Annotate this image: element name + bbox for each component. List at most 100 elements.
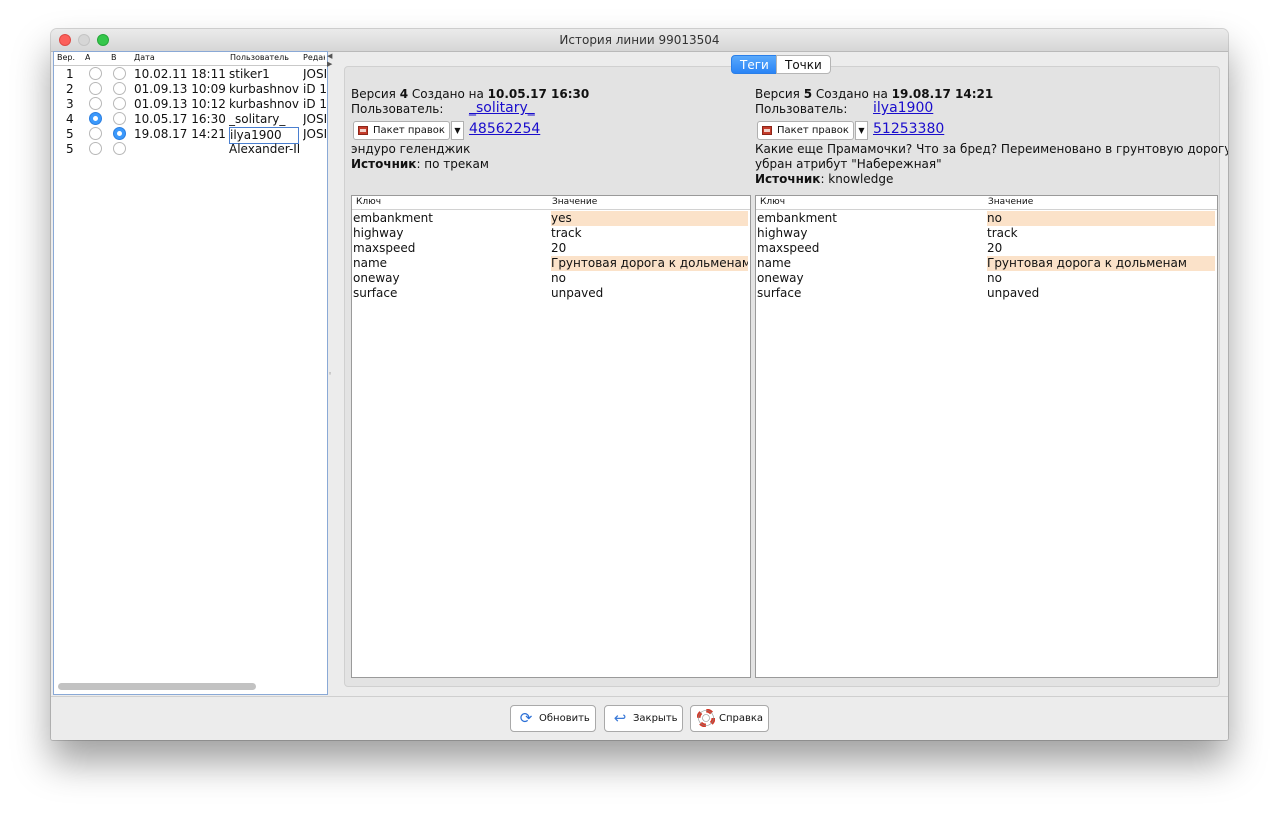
- version-a-changeset-dropdown[interactable]: ▼: [451, 121, 464, 140]
- version-a-comment: эндуро геленджик: [351, 142, 471, 156]
- radio-b[interactable]: [113, 142, 126, 155]
- tag-row[interactable]: oneway no: [352, 271, 750, 286]
- col-a[interactable]: A: [85, 53, 90, 62]
- radio-b[interactable]: [113, 97, 126, 110]
- version-b-changeset-combo[interactable]: Пакет правок: [757, 121, 854, 140]
- help-button[interactable]: Справка: [690, 705, 769, 732]
- row-date: 10.05.17 16:30: [134, 112, 226, 126]
- tag-row[interactable]: highway track: [756, 226, 1217, 241]
- col-user[interactable]: Пользователь: [230, 53, 289, 62]
- version-b-changeset-dropdown[interactable]: ▼: [855, 121, 868, 140]
- col-value[interactable]: Значение: [552, 197, 597, 207]
- tag-key: maxspeed: [353, 241, 416, 255]
- version-b-user-label: Пользователь:: [755, 102, 848, 116]
- version-a-source: Источник: по трекам: [351, 157, 489, 171]
- minimize-window-icon[interactable]: [78, 34, 90, 46]
- collapse-left-icon[interactable]: ◀: [327, 53, 332, 60]
- tag-row[interactable]: oneway no: [756, 271, 1217, 286]
- tag-row[interactable]: surface unpaved: [352, 286, 750, 301]
- history-row[interactable]: 1 10.02.11 18:11stiker1 JOSM: [54, 67, 327, 82]
- tab-points[interactable]: Точки: [776, 55, 831, 74]
- col-key[interactable]: Ключ: [760, 197, 785, 207]
- row-editor: iD 1: [303, 82, 326, 96]
- refresh-icon: ⟳: [519, 709, 533, 727]
- refresh-button[interactable]: ⟳ Обновить: [510, 705, 596, 732]
- col-editor[interactable]: Редак: [303, 53, 325, 62]
- history-table-header: Вер. A B Дата Пользователь Редак: [54, 52, 327, 66]
- tag-row[interactable]: highway track: [352, 226, 750, 241]
- row-version: 5: [66, 142, 74, 156]
- radio-b[interactable]: [113, 82, 126, 95]
- version-b-changeset-link[interactable]: 51253380: [873, 122, 944, 137]
- radio-a[interactable]: [89, 82, 102, 95]
- version-a-user-link[interactable]: _solitary_: [469, 101, 535, 116]
- tag-row[interactable]: name Грунтовая дорога к дольменам...: [352, 256, 750, 271]
- version-a-changeset-combo[interactable]: Пакет правок: [353, 121, 450, 140]
- row-version: 5: [66, 127, 74, 141]
- tag-row[interactable]: maxspeed 20: [756, 241, 1217, 256]
- row-user[interactable]: Alexander-II: [229, 142, 299, 157]
- radio-a[interactable]: [89, 97, 102, 110]
- version-a-changeset-link[interactable]: 48562254: [469, 122, 540, 137]
- tag-value: track: [551, 226, 582, 240]
- version-b-source: Источник: knowledge: [755, 172, 894, 186]
- radio-a[interactable]: [89, 67, 102, 80]
- tags-table-b[interactable]: Ключ Значение embankment no highway track ma…: [755, 195, 1218, 678]
- changeset-icon: [762, 126, 772, 135]
- close-button[interactable]: ↩ Закрыть: [604, 705, 683, 732]
- tag-key: surface: [757, 286, 802, 300]
- radio-b[interactable]: [113, 112, 126, 125]
- row-user[interactable]: kurbashnov: [229, 82, 299, 97]
- col-date[interactable]: Дата: [134, 53, 155, 62]
- tab-tags[interactable]: Теги: [731, 55, 777, 74]
- row-user[interactable]: kurbashnov: [229, 97, 299, 112]
- col-version[interactable]: Вер.: [57, 53, 75, 62]
- history-table[interactable]: Вер. A B Дата Пользователь Редак 1 10.02.…: [53, 51, 328, 695]
- version-b-comment-line1: Какие еще Прамамочки? Что за бред? Переи…: [755, 142, 1228, 156]
- tag-value: Грунтовая дорога к дольменам...: [551, 256, 748, 271]
- history-row[interactable]: 5 Alexander-II: [54, 142, 327, 157]
- tag-key: highway: [353, 226, 404, 240]
- radio-a[interactable]: [89, 112, 102, 125]
- split-pane-divider[interactable]: ◀ ▶ ◦: [327, 51, 333, 693]
- history-row[interactable]: 2 01.09.13 10:09 kurbashnov iD 1: [54, 82, 327, 97]
- history-row[interactable]: 519.08.17 14:21ilya1900JOSM: [54, 127, 327, 144]
- row-version: 4: [66, 112, 74, 126]
- radio-b[interactable]: [113, 127, 126, 140]
- comparison-pane: Версия 4 Создано на 10.05.17 16:30 Польз…: [344, 66, 1228, 687]
- tag-row[interactable]: surface unpaved: [756, 286, 1217, 301]
- col-b[interactable]: B: [111, 53, 117, 62]
- version-a-user-label: Пользователь:: [351, 102, 444, 116]
- row-version: 2: [66, 82, 74, 96]
- col-key[interactable]: Ключ: [356, 197, 381, 207]
- version-a-info: Версия 4 Создано на 10.05.17 16:30 Польз…: [351, 87, 741, 177]
- history-row[interactable]: 3 01.09.13 10:12 kurbashnov iD 1: [54, 97, 327, 112]
- tag-value: unpaved: [551, 286, 604, 300]
- tag-row[interactable]: maxspeed 20: [352, 241, 750, 256]
- horizontal-scrollbar[interactable]: [58, 683, 256, 690]
- tag-key: maxspeed: [757, 241, 820, 255]
- close-window-icon[interactable]: [59, 34, 71, 46]
- expand-right-icon[interactable]: ▶: [327, 61, 332, 68]
- tags-table-b-header: Ключ Значение: [756, 196, 1217, 210]
- tag-row[interactable]: name Грунтовая дорога к дольменам: [756, 256, 1217, 271]
- row-version: 3: [66, 97, 74, 111]
- title-bar[interactable]: История линии 99013504: [51, 29, 1228, 52]
- version-b-user-link[interactable]: ilya1900: [873, 101, 933, 116]
- tag-row[interactable]: embankment yes: [352, 211, 750, 226]
- radio-a[interactable]: [89, 142, 102, 155]
- radio-a[interactable]: [89, 127, 102, 140]
- history-row[interactable]: 4 10.05.17 16:30_solitary_ JOSM: [54, 112, 327, 127]
- row-date: 01.09.13 10:12: [134, 97, 226, 111]
- row-date: 10.02.11 18:11: [134, 67, 226, 81]
- col-value[interactable]: Значение: [988, 197, 1033, 207]
- row-user[interactable]: _solitary_: [229, 112, 299, 127]
- tag-key: embankment: [757, 211, 837, 225]
- radio-b[interactable]: [113, 67, 126, 80]
- tags-table-a[interactable]: Ключ Значение embankment yes highway track m…: [351, 195, 751, 678]
- row-editor: JOSM: [303, 127, 326, 141]
- row-user[interactable]: stiker1: [229, 67, 299, 82]
- tag-row[interactable]: embankment no: [756, 211, 1217, 226]
- tag-value: 20: [551, 241, 567, 255]
- zoom-window-icon[interactable]: [97, 34, 109, 46]
